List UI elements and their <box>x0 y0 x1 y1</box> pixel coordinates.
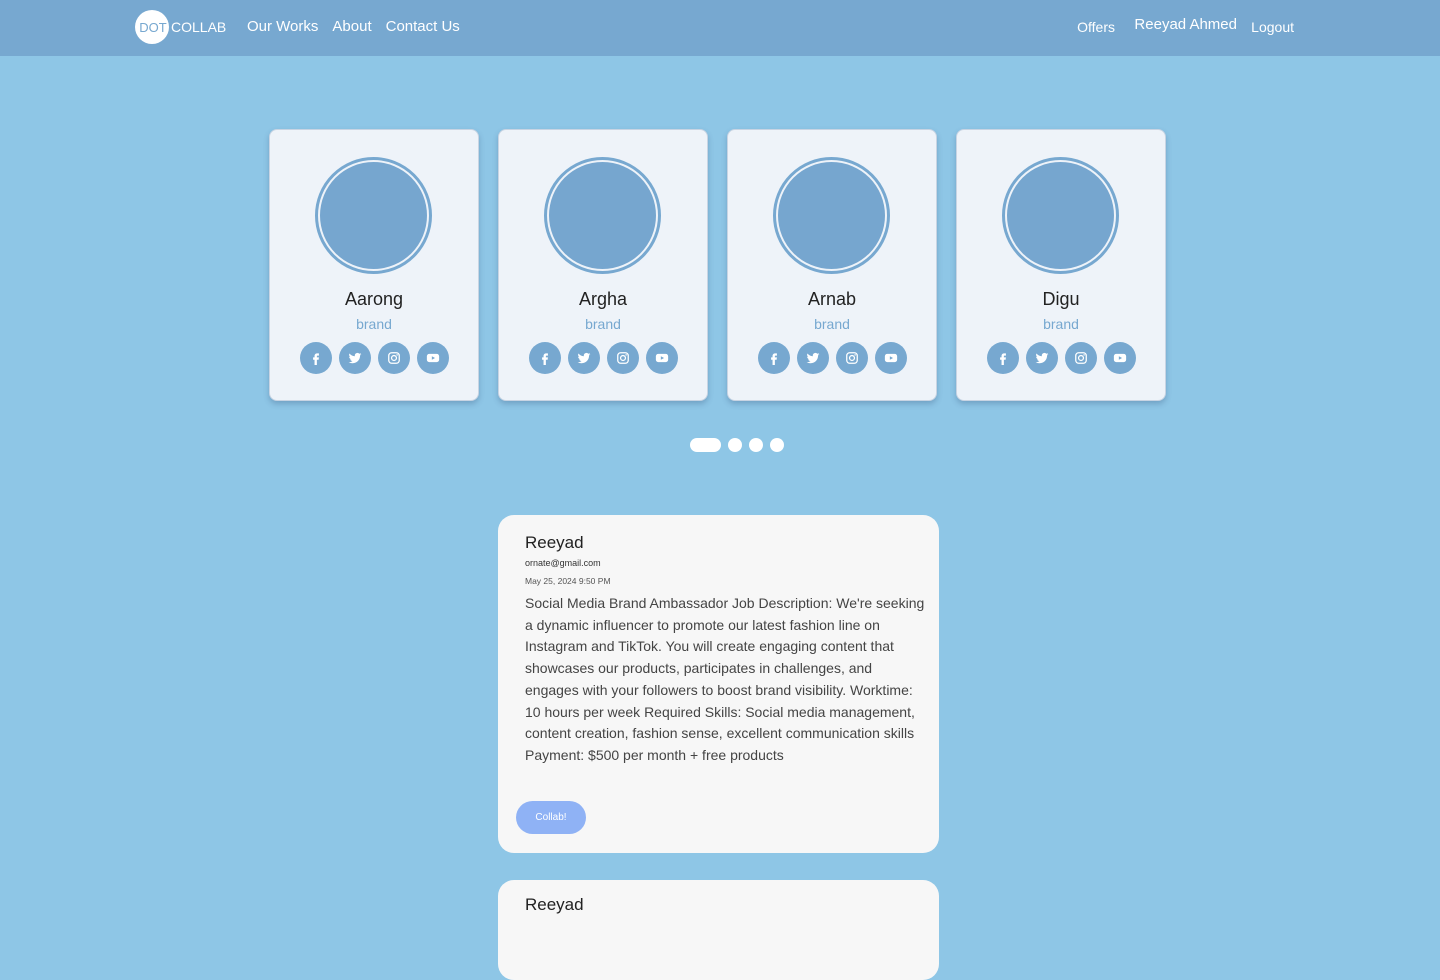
social-links <box>758 342 907 374</box>
instagram-icon <box>616 351 630 365</box>
facebook-icon <box>767 351 781 365</box>
post-card: Reeyad ornate@gmail.com May 25, 2024 9:5… <box>498 515 939 853</box>
profile-card[interactable]: Digu brand <box>956 129 1166 401</box>
instagram-icon <box>387 351 401 365</box>
instagram-link[interactable] <box>836 342 868 374</box>
twitter-link[interactable] <box>339 342 371 374</box>
profile-card[interactable]: Argha brand <box>498 129 708 401</box>
instagram-icon <box>845 351 859 365</box>
facebook-icon <box>538 351 552 365</box>
profile-role: brand <box>814 316 850 332</box>
twitter-icon <box>348 351 362 365</box>
social-links <box>529 342 678 374</box>
facebook-link[interactable] <box>300 342 332 374</box>
avatar <box>1007 162 1114 269</box>
post-body: Social Media Brand Ambassador Job Descri… <box>525 595 925 763</box>
instagram-icon <box>1074 351 1088 365</box>
profile-carousel: Aarong brand Argha brand Arnab brand Dig… <box>269 129 1166 401</box>
youtube-link[interactable] <box>417 342 449 374</box>
logo-collab-text: COLLAB <box>171 19 227 35</box>
profile-card[interactable]: Arnab brand <box>727 129 937 401</box>
facebook-icon <box>309 351 323 365</box>
avatar-ring <box>773 157 890 274</box>
facebook-link[interactable] <box>987 342 1019 374</box>
carousel-dot[interactable] <box>728 438 742 452</box>
youtube-icon <box>1113 351 1127 365</box>
logo-circle: DOT <box>135 10 169 44</box>
twitter-icon <box>806 351 820 365</box>
youtube-icon <box>884 351 898 365</box>
profile-card[interactable]: Aarong brand <box>269 129 479 401</box>
nav-user-name[interactable]: Reeyad Ahmed <box>1134 16 1237 33</box>
post-author: Reeyad <box>525 895 584 914</box>
collab-button[interactable]: Collab! <box>516 801 586 834</box>
twitter-link[interactable] <box>568 342 600 374</box>
social-links <box>300 342 449 374</box>
youtube-link[interactable] <box>646 342 678 374</box>
post-email: ornate@gmail.com <box>525 558 601 568</box>
social-links <box>987 342 1136 374</box>
twitter-icon <box>577 351 591 365</box>
youtube-link[interactable] <box>1104 342 1136 374</box>
logo[interactable]: DOT COLLAB <box>135 10 226 44</box>
nav-link-our-works[interactable]: Our Works <box>247 18 318 35</box>
nav-link-about[interactable]: About <box>332 18 371 35</box>
carousel-dot[interactable] <box>770 438 784 452</box>
avatar-ring <box>1002 157 1119 274</box>
nav-links: Our Works About Contact Us <box>247 18 460 35</box>
profile-role: brand <box>1043 316 1079 332</box>
profile-name: Argha <box>578 289 628 309</box>
carousel-dots <box>690 438 784 452</box>
facebook-link[interactable] <box>758 342 790 374</box>
youtube-icon <box>655 351 669 365</box>
avatar <box>320 162 427 269</box>
logo-dot-text: DOT <box>139 19 167 35</box>
profile-role: brand <box>356 316 392 332</box>
twitter-link[interactable] <box>797 342 829 374</box>
twitter-icon <box>1035 351 1049 365</box>
youtube-link[interactable] <box>875 342 907 374</box>
facebook-link[interactable] <box>529 342 561 374</box>
carousel-dot[interactable] <box>749 438 763 452</box>
profile-name: Arnab <box>807 289 857 309</box>
avatar <box>778 162 885 269</box>
nav-link-offers[interactable]: Offers <box>1077 19 1115 35</box>
post-date: May 25, 2024 9:50 PM <box>525 576 611 586</box>
avatar-ring <box>544 157 661 274</box>
profile-name: Aarong <box>344 289 404 309</box>
facebook-icon <box>996 351 1010 365</box>
youtube-icon <box>426 351 440 365</box>
nav-link-contact-us[interactable]: Contact Us <box>386 18 460 35</box>
instagram-link[interactable] <box>1065 342 1097 374</box>
instagram-link[interactable] <box>378 342 410 374</box>
logout-link[interactable]: Logout <box>1251 19 1294 35</box>
avatar <box>549 162 656 269</box>
instagram-link[interactable] <box>607 342 639 374</box>
post-card: Reeyad <box>498 880 939 980</box>
profile-name: Digu <box>1042 289 1080 309</box>
twitter-link[interactable] <box>1026 342 1058 374</box>
carousel-dot[interactable] <box>690 438 721 452</box>
post-author: Reeyad <box>525 533 584 552</box>
avatar-ring <box>315 157 432 274</box>
navbar: DOT COLLAB Our Works About Contact Us Of… <box>0 0 1440 56</box>
profile-role: brand <box>585 316 621 332</box>
